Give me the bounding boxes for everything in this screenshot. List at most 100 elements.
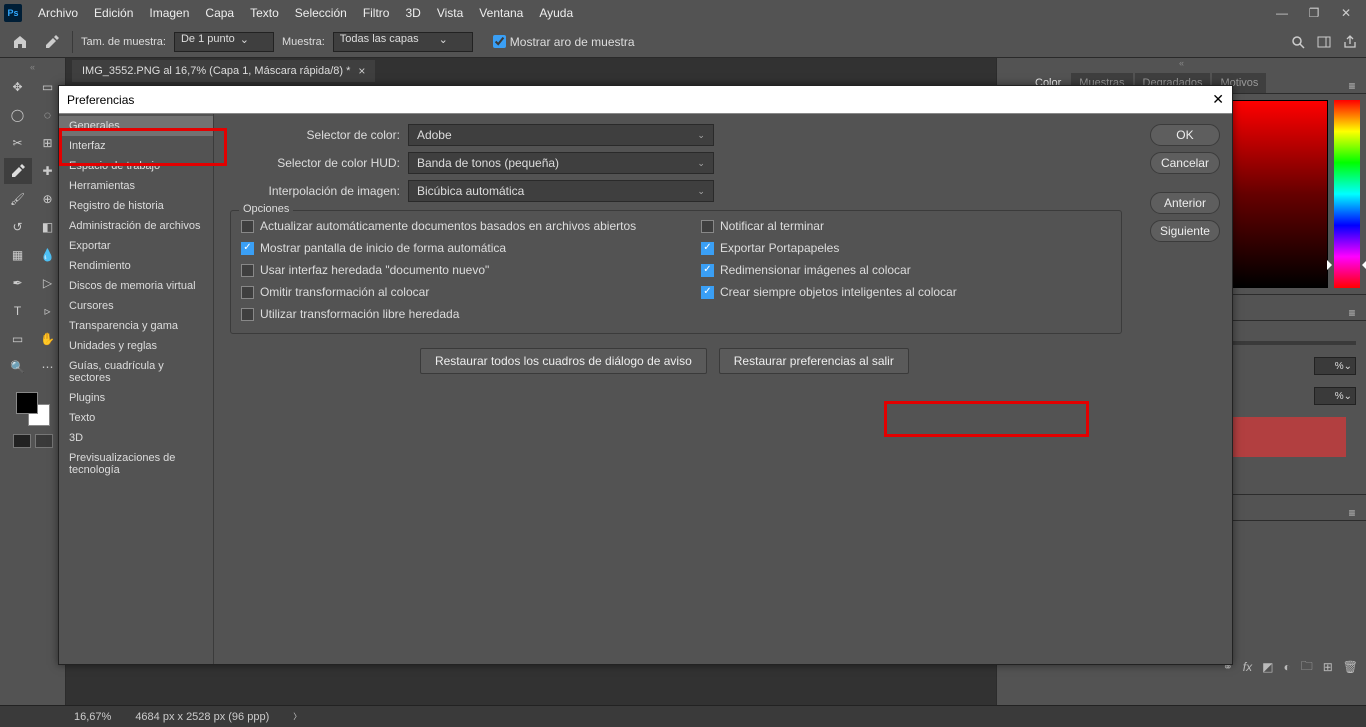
options-bar: Tam. de muestra: De 1 punto ⌄ Muestra: T… [0, 26, 1366, 58]
sidebar-item-scratch[interactable]: Discos de memoria virtual [59, 276, 213, 296]
check-skip-transform[interactable]: Omitir transformación al colocar [241, 285, 661, 299]
menu-bar: Ps Archivo Edición Imagen Capa Texto Sel… [0, 0, 1366, 26]
gradient-tool[interactable]: ▦ [4, 242, 32, 268]
sidebar-item-performance[interactable]: Rendimiento [59, 256, 213, 276]
foreground-color[interactable] [16, 392, 38, 414]
sidebar-item-cursors[interactable]: Cursores [59, 296, 213, 316]
percent-field-1[interactable]: % ⌄ [1314, 357, 1356, 375]
new-layer-icon[interactable]: ⊞ [1323, 660, 1333, 674]
quickmask-mode-button[interactable] [35, 434, 53, 448]
sidebar-item-techpreview[interactable]: Previsualizaciones de tecnología [59, 448, 213, 480]
check-resize-place[interactable]: Redimensionar imágenes al colocar [701, 263, 957, 277]
select-color-picker[interactable]: Adobe⌄ [408, 124, 714, 146]
sidebar-item-history[interactable]: Registro de historia [59, 196, 213, 216]
check-auto-update[interactable]: Actualizar automáticamente documentos ba… [241, 219, 661, 233]
mask-icon[interactable]: ◩ [1262, 660, 1273, 674]
sidebar-item-plugins[interactable]: Plugins [59, 388, 213, 408]
history-brush-tool[interactable]: ↺ [4, 214, 32, 240]
ok-button[interactable]: OK [1150, 124, 1220, 146]
check-export-clipboard[interactable]: Exportar Portapapeles [701, 241, 957, 255]
menu-view[interactable]: Vista [429, 0, 471, 26]
sample-select[interactable]: Todas las capas ⌄ [333, 32, 473, 52]
select-interpolation[interactable]: Bicúbica automática⌄ [408, 180, 714, 202]
prefs-sidebar: Generales Interfaz Espacio de trabajo He… [59, 114, 214, 664]
sidebar-item-generales[interactable]: Generales [59, 116, 213, 136]
shape-tool[interactable]: ▭ [4, 326, 32, 352]
dialog-titlebar: Preferencias ✕ [59, 86, 1232, 114]
sidebar-item-guides[interactable]: Guías, cuadrícula y sectores [59, 356, 213, 388]
hue-slider[interactable] [1334, 100, 1360, 288]
window-maximize[interactable]: ❐ [1298, 0, 1330, 26]
reset-on-quit-button[interactable]: Restaurar preferencias al salir [719, 348, 909, 374]
type-tool[interactable]: T [4, 298, 32, 324]
color-swatches[interactable] [14, 390, 52, 428]
menu-select[interactable]: Selección [287, 0, 355, 26]
prev-button[interactable]: Anterior [1150, 192, 1220, 214]
sample-label: Muestra: [282, 36, 325, 48]
trash-icon[interactable]: 🗑 [1343, 660, 1358, 674]
check-notify-done[interactable]: Notificar al terminar [701, 219, 957, 233]
highlight-reset-on-quit [884, 401, 1089, 437]
panel-menu-icon[interactable]: ≡ [1342, 506, 1362, 520]
sidebar-item-workspace[interactable]: Espacio de trabajo [59, 156, 213, 176]
menu-filter[interactable]: Filtro [355, 0, 398, 26]
next-button[interactable]: Siguiente [1150, 220, 1220, 242]
crop-tool[interactable]: ✂ [4, 130, 32, 156]
sidebar-item-3d[interactable]: 3D [59, 428, 213, 448]
check-legacy-newdoc[interactable]: Usar interfaz heredada "documento nuevo" [241, 263, 661, 277]
eyedropper-tool-icon[interactable] [40, 30, 64, 54]
standard-mode-button[interactable] [13, 434, 31, 448]
eyedropper-tool[interactable] [4, 158, 32, 184]
label-color-picker: Selector de color: [230, 128, 400, 142]
check-home-screen[interactable]: Mostrar pantalla de inicio de forma auto… [241, 241, 661, 255]
sample-size-select[interactable]: De 1 punto ⌄ [174, 32, 274, 52]
menu-layer[interactable]: Capa [197, 0, 242, 26]
sidebar-item-tools[interactable]: Herramientas [59, 176, 213, 196]
status-dimensions: 4684 px x 2528 px (96 ppp) [135, 711, 269, 723]
dialog-close-button[interactable]: ✕ [1212, 91, 1224, 108]
options-group: Opciones Actualizar automáticamente docu… [230, 210, 1122, 334]
window-minimize[interactable]: — [1266, 0, 1298, 26]
prefs-main-pane: Selector de color: Adobe⌄ Selector de co… [214, 114, 1138, 664]
sidebar-item-transparency[interactable]: Transparencia y gama [59, 316, 213, 336]
percent-field-2[interactable]: % ⌄ [1314, 387, 1356, 405]
brush-tool[interactable]: 🖌 [4, 186, 32, 212]
sidebar-item-text[interactable]: Texto [59, 408, 213, 428]
menu-file[interactable]: Archivo [30, 0, 86, 26]
sidebar-item-filehandling[interactable]: Administración de archivos [59, 216, 213, 236]
check-legacy-freetransform[interactable]: Utilizar transformación libre heredada [241, 307, 661, 321]
sidebar-item-units[interactable]: Unidades y reglas [59, 336, 213, 356]
prefs-right-buttons: OK Cancelar Anterior Siguiente [1138, 114, 1232, 664]
menu-edit[interactable]: Edición [86, 0, 141, 26]
search-icon[interactable] [1290, 34, 1306, 50]
layout-icon[interactable] [1316, 34, 1332, 50]
lasso-tool[interactable]: ◯ [4, 102, 32, 128]
pen-tool[interactable]: ✒ [4, 270, 32, 296]
label-hud-picker: Selector de color HUD: [230, 156, 400, 170]
sidebar-item-interfaz[interactable]: Interfaz [59, 136, 213, 156]
share-icon[interactable] [1342, 34, 1358, 50]
reset-warnings-button[interactable]: Restaurar todos los cuadros de diálogo d… [420, 348, 707, 374]
cancel-button[interactable]: Cancelar [1150, 152, 1220, 174]
select-hud-picker[interactable]: Banda de tonos (pequeña)⌄ [408, 152, 714, 174]
window-close[interactable]: ✕ [1330, 0, 1362, 26]
menu-3d[interactable]: 3D [397, 0, 428, 26]
folder-icon[interactable]: 🗀 [1301, 657, 1313, 678]
menu-text[interactable]: Texto [242, 0, 287, 26]
panel-menu-icon[interactable]: ≡ [1342, 306, 1362, 320]
menu-help[interactable]: Ayuda [531, 0, 581, 26]
status-zoom[interactable]: 16,67% [74, 711, 111, 723]
fx-icon[interactable]: fx [1243, 660, 1252, 674]
move-tool[interactable]: ✥ [4, 74, 32, 100]
zoom-tool[interactable]: 🔍 [4, 354, 32, 380]
menu-window[interactable]: Ventana [471, 0, 531, 26]
panel-menu-icon[interactable]: ≡ [1342, 79, 1362, 93]
home-icon[interactable] [8, 30, 32, 54]
adjustment-icon[interactable]: ◐ [1283, 660, 1290, 674]
show-ring-checkbox[interactable]: Mostrar aro de muestra [493, 35, 635, 49]
document-tab[interactable]: IMG_3552.PNG al 16,7% (Capa 1, Máscara r… [72, 60, 375, 82]
sidebar-item-export[interactable]: Exportar [59, 236, 213, 256]
close-tab-icon[interactable]: × [358, 64, 365, 78]
menu-image[interactable]: Imagen [141, 0, 197, 26]
check-smart-objects[interactable]: Crear siempre objetos inteligentes al co… [701, 285, 957, 299]
